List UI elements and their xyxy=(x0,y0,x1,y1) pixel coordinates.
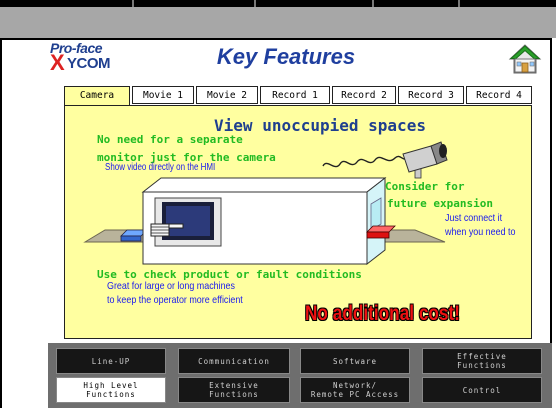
tab-record-1[interactable]: Record 1 xyxy=(260,86,330,104)
nav-high-level-functions-button[interactable]: High Level Functions xyxy=(56,377,166,403)
gray-title-bar xyxy=(0,7,556,38)
no-additional-cost-banner: No additional cost! xyxy=(305,302,460,325)
bottom-navigation: Line-UP Communication Software Effective… xyxy=(48,343,552,408)
nav-label: Extensive xyxy=(209,381,259,390)
nav-line-up-button[interactable]: Line-UP xyxy=(56,348,166,374)
tab-movie-1[interactable]: Movie 1 xyxy=(132,86,194,104)
great-for-line1: Great for large or long machines xyxy=(107,280,235,292)
nav-communication-button[interactable]: Communication xyxy=(178,348,290,374)
nav-label: Effective xyxy=(457,352,507,361)
logo-x-text: X xyxy=(50,50,65,75)
consider-line1: Consider for xyxy=(385,180,465,193)
nav-network-remote-button[interactable]: Network/Remote PC Access xyxy=(300,377,410,403)
nav-label: Functions xyxy=(457,361,507,370)
nav-label: Remote PC Access xyxy=(310,390,400,399)
nav-label: Network/ xyxy=(332,381,378,390)
home-icon xyxy=(508,44,542,74)
great-for-line2: to keep the operator more efficient xyxy=(107,294,243,306)
consider-line2: future expansion xyxy=(387,197,493,210)
camera-feature-panel: View unoccupied spaces No need for a sep… xyxy=(64,105,532,339)
tab-record-4[interactable]: Record 4 xyxy=(466,86,532,104)
nav-label: Control xyxy=(462,385,502,395)
tab-record-2[interactable]: Record 2 xyxy=(332,86,396,104)
proface-xycom-logo: Pro-face X YCOM xyxy=(50,40,122,76)
tab-camera[interactable]: Camera xyxy=(64,86,130,107)
nav-effective-functions-button[interactable]: Effective Functions xyxy=(422,348,542,374)
nav-label: Functions xyxy=(209,390,259,399)
tab-movie-2[interactable]: Movie 2 xyxy=(196,86,258,104)
nav-extensive-functions-button[interactable]: Extensive Functions xyxy=(178,377,290,403)
just-connect-line1: Just connect it xyxy=(445,212,503,224)
nav-label: Communication xyxy=(198,356,270,366)
tab-record-3[interactable]: Record 3 xyxy=(398,86,464,104)
nav-label: Functions xyxy=(86,390,136,399)
nav-label: Software xyxy=(332,356,378,366)
home-button[interactable] xyxy=(508,43,542,75)
nav-control-button[interactable]: Control xyxy=(422,377,542,403)
machine-illustration xyxy=(83,141,448,266)
security-camera-icon xyxy=(402,141,448,179)
page-title: Key Features xyxy=(216,44,356,69)
just-connect-line2: when you need to xyxy=(445,226,516,238)
nav-label: High Level xyxy=(83,381,139,390)
logo-ycom-text: YCOM xyxy=(67,55,111,72)
top-strip xyxy=(0,0,556,7)
nav-software-button[interactable]: Software xyxy=(300,348,410,374)
nav-label: Line-UP xyxy=(91,356,131,366)
